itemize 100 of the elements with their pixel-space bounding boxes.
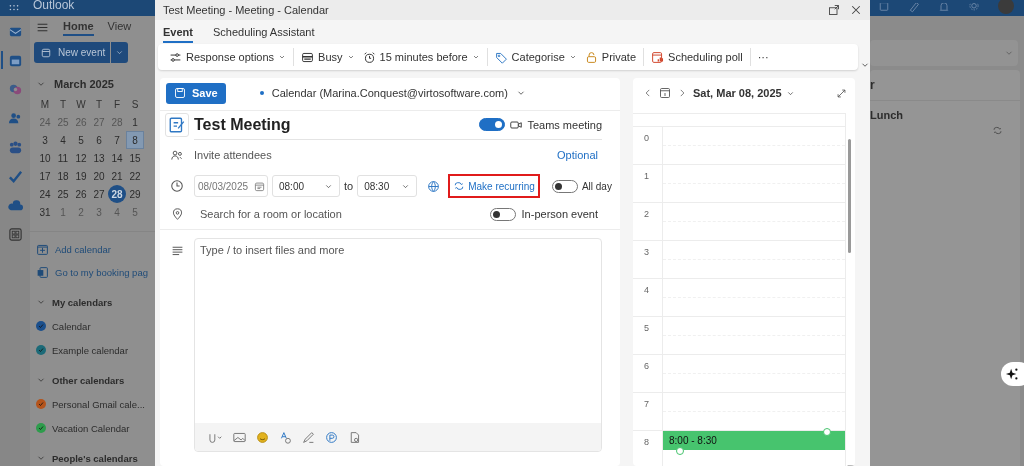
pop-out-icon[interactable] bbox=[828, 4, 840, 16]
calendar-day[interactable]: 27 bbox=[90, 113, 108, 131]
date-field[interactable]: 08/03/2025 bbox=[194, 175, 268, 197]
group-heading[interactable]: People's calendars bbox=[52, 452, 138, 464]
document-icon[interactable] bbox=[878, 3, 890, 13]
resize-handle[interactable] bbox=[676, 447, 684, 455]
circle-p-icon[interactable] bbox=[325, 430, 338, 444]
expand-icon[interactable] bbox=[836, 87, 847, 99]
toolbar-button[interactable]: Busy bbox=[298, 47, 358, 67]
dropdown-button[interactable] bbox=[110, 42, 128, 63]
calendar-day[interactable]: 15 bbox=[126, 149, 144, 167]
calendar-day[interactable]: 22 bbox=[126, 167, 144, 185]
title-field[interactable]: Test Meeting bbox=[194, 111, 480, 138]
attendees-field[interactable]: Invite attendees bbox=[194, 149, 557, 161]
globe-icon[interactable] bbox=[427, 179, 441, 193]
group-heading[interactable]: Other calendars bbox=[52, 374, 125, 386]
pen-icon[interactable] bbox=[908, 3, 920, 13]
calendar-day[interactable]: 29 bbox=[126, 185, 144, 203]
calendar-day[interactable]: 24 bbox=[36, 113, 54, 131]
brush-icon[interactable] bbox=[279, 430, 292, 444]
date-picker[interactable]: Sat, Mar 08, 2025 bbox=[693, 87, 795, 99]
calendar-name[interactable]: Example calendar bbox=[52, 344, 129, 356]
toolbar-button[interactable]: Scheduling poll bbox=[648, 47, 746, 67]
calendar-day[interactable]: 20 bbox=[90, 167, 108, 185]
calendar-day[interactable]: 3 bbox=[90, 203, 108, 221]
dialog-tab[interactable]: Scheduling Assistant bbox=[212, 24, 315, 43]
location-field[interactable]: Search for a room or location bbox=[200, 208, 484, 220]
toolbar-button[interactable]: 15 minutes before bbox=[359, 47, 483, 67]
calendar-day[interactable]: 5 bbox=[72, 131, 90, 149]
close-icon[interactable] bbox=[850, 4, 862, 16]
calendar-day[interactable]: 21 bbox=[108, 167, 126, 185]
scrollbar[interactable] bbox=[848, 139, 851, 253]
toolbar-button[interactable]: Response options bbox=[166, 47, 290, 67]
end-time-dropdown[interactable]: 08:30 bbox=[357, 175, 418, 197]
people-icon[interactable] bbox=[7, 111, 23, 126]
toggle-switch[interactable] bbox=[551, 179, 578, 193]
calendar-day[interactable]: 6 bbox=[90, 131, 108, 149]
calendar-checkbox[interactable] bbox=[36, 321, 46, 331]
calendar-checkbox[interactable] bbox=[36, 399, 46, 409]
calendar-day[interactable]: 28 bbox=[108, 113, 126, 131]
calendar-day[interactable]: 2 bbox=[72, 203, 90, 221]
calendar-day[interactable]: 18 bbox=[54, 167, 72, 185]
calendar-icon[interactable] bbox=[7, 53, 23, 68]
calendar-day[interactable]: 1 bbox=[126, 113, 144, 131]
checkmark-icon[interactable] bbox=[7, 169, 23, 184]
calendar-day[interactable]: 28 bbox=[108, 185, 126, 203]
toolbar-button[interactable]: Categorise bbox=[491, 47, 580, 67]
document-icon[interactable] bbox=[348, 430, 361, 444]
event-title[interactable]: Lunch bbox=[870, 109, 1020, 121]
save-button[interactable]: Save bbox=[166, 82, 226, 104]
calendar-day[interactable]: 25 bbox=[54, 113, 72, 131]
calendar-day[interactable]: 24 bbox=[36, 185, 54, 203]
cloud-icon[interactable] bbox=[7, 198, 23, 213]
optional-link[interactable]: Optional bbox=[557, 149, 598, 161]
calendar-day[interactable]: 7 bbox=[108, 131, 126, 149]
chevron-left-icon[interactable] bbox=[643, 88, 653, 98]
message-editor[interactable]: Type / to insert files and more bbox=[194, 238, 602, 452]
calendar-day[interactable]: 27 bbox=[90, 185, 108, 203]
calendar-day[interactable]: 14 bbox=[108, 149, 126, 167]
sidebar-link[interactable]: Go to my booking pag bbox=[55, 267, 148, 278]
calendar-day[interactable]: 10 bbox=[36, 149, 54, 167]
calendar-day[interactable]: 13 bbox=[90, 149, 108, 167]
calendar-day[interactable]: 8 bbox=[126, 131, 144, 149]
calendar-checkbox[interactable] bbox=[36, 423, 46, 433]
image-icon[interactable] bbox=[233, 430, 246, 444]
chevron-right-icon[interactable] bbox=[677, 88, 687, 98]
calendar-day[interactable]: 4 bbox=[108, 203, 126, 221]
calendar-day[interactable]: 17 bbox=[36, 167, 54, 185]
calendar-name[interactable]: Personal Gmail cale... bbox=[52, 398, 145, 410]
calendar-icon[interactable] bbox=[659, 87, 671, 99]
apps-icon[interactable] bbox=[7, 227, 23, 242]
calendar-day[interactable]: 25 bbox=[54, 185, 72, 203]
sidebar-link[interactable]: Add calendar bbox=[55, 244, 111, 255]
toggle-switch[interactable] bbox=[489, 207, 516, 221]
start-time-dropdown[interactable]: 08:00 bbox=[272, 175, 340, 197]
waffle-icon[interactable] bbox=[9, 3, 19, 13]
calendar-checkbox[interactable] bbox=[36, 345, 46, 355]
calendar-name[interactable]: Calendar bbox=[52, 320, 91, 332]
toolbar-button[interactable]: ··· bbox=[754, 47, 772, 67]
calendar-day[interactable]: 4 bbox=[54, 131, 72, 149]
calendar-dropdown[interactable]: Calendar (Marina.Conquest@virtosoftware.com) bbox=[253, 86, 532, 100]
calendar-day[interactable]: 3 bbox=[36, 131, 54, 149]
calendar-name[interactable]: Vacation Calendar bbox=[52, 422, 130, 434]
event-block[interactable]: 8:00 - 8:30 bbox=[663, 431, 845, 450]
smiley-icon[interactable] bbox=[256, 430, 269, 444]
calendar-day[interactable]: 11 bbox=[54, 149, 72, 167]
swirl-icon[interactable] bbox=[7, 82, 23, 97]
group-heading[interactable]: My calendars bbox=[52, 296, 113, 308]
bell-icon[interactable] bbox=[938, 3, 950, 13]
pen-icon[interactable] bbox=[302, 430, 315, 444]
make-recurring-button[interactable]: Make recurring bbox=[448, 174, 540, 198]
calendar-day[interactable]: 26 bbox=[72, 113, 90, 131]
ribbon-tab[interactable]: Home bbox=[63, 18, 94, 36]
toggle-switch[interactable] bbox=[479, 118, 506, 131]
calendar-day[interactable]: 19 bbox=[72, 167, 90, 185]
copilot-button[interactable] bbox=[1001, 362, 1024, 386]
calendar-day[interactable]: 12 bbox=[72, 149, 90, 167]
ribbon-tab[interactable]: View bbox=[107, 18, 132, 36]
group-icon[interactable] bbox=[7, 140, 23, 155]
calendar-day[interactable]: 26 bbox=[72, 185, 90, 203]
